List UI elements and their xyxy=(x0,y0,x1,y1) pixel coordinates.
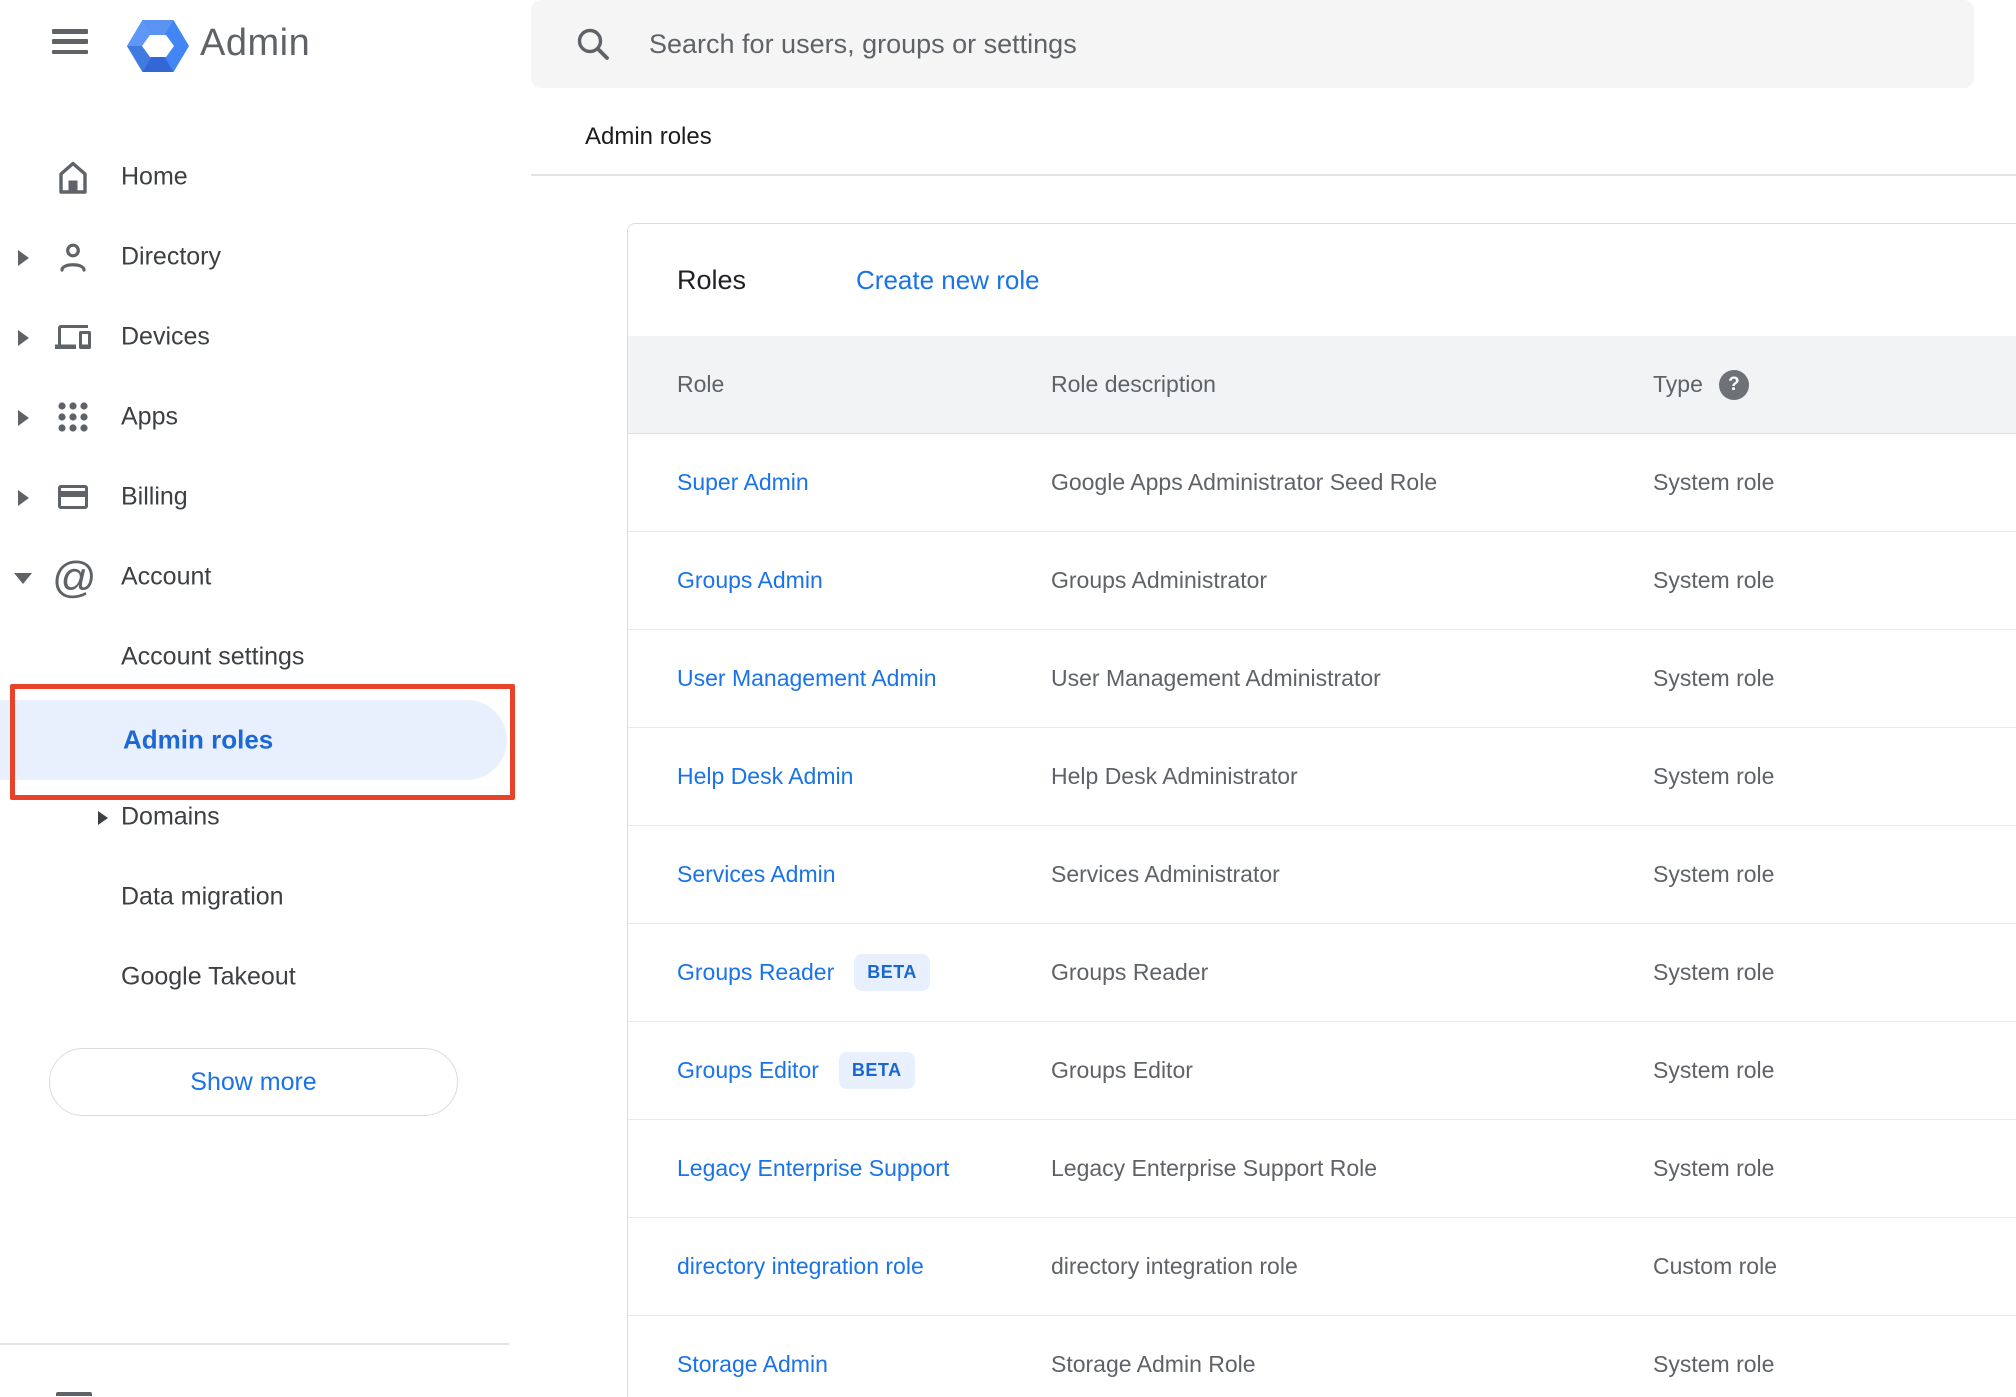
chevron-right-icon[interactable] xyxy=(18,490,29,506)
show-more-button[interactable]: Show more xyxy=(49,1048,458,1116)
search-input[interactable] xyxy=(649,28,1974,60)
search-icon xyxy=(577,28,609,60)
menu-icon[interactable] xyxy=(52,29,88,54)
role-description: Groups Administrator xyxy=(1051,567,1268,593)
column-header-type[interactable]: Type ? xyxy=(1653,369,2016,400)
role-description: User Management Administrator xyxy=(1051,665,1381,691)
table-row: Super Admin Google Apps Administrator Se… xyxy=(628,434,2016,532)
role-cell: User Management Admin xyxy=(677,665,1051,692)
role-cell: directory integration role xyxy=(677,1253,1051,1280)
role-description: directory integration role xyxy=(1051,1253,1298,1279)
chevron-right-icon[interactable] xyxy=(18,410,29,426)
role-link[interactable]: Help Desk Admin xyxy=(677,763,853,790)
role-type: System role xyxy=(1653,1351,1775,1377)
chevron-right-icon[interactable] xyxy=(98,811,108,825)
role-link[interactable]: directory integration role xyxy=(677,1253,924,1280)
role-link[interactable]: Storage Admin xyxy=(677,1351,828,1378)
role-type: System role xyxy=(1653,861,1775,887)
chevron-right-icon[interactable] xyxy=(18,330,29,346)
apps-grid-icon xyxy=(58,402,88,432)
home-icon xyxy=(59,161,87,194)
table-row: Help Desk Admin Help Desk Administrator … xyxy=(628,728,2016,826)
sidebar: Admin Home Directory Devices Apps Billin… xyxy=(0,0,530,1396)
roles-table-body: Super Admin Google Apps Administrator Se… xyxy=(628,434,2016,1397)
role-link[interactable]: Groups Admin xyxy=(677,567,823,594)
table-row: User Management Admin User Management Ad… xyxy=(628,630,2016,728)
role-link[interactable]: Super Admin xyxy=(677,469,809,496)
beta-badge: BETA xyxy=(838,1052,915,1089)
sidebar-item-devices[interactable]: Devices xyxy=(0,297,530,377)
devices-icon xyxy=(55,325,91,349)
partially-visible-icon xyxy=(56,1392,92,1396)
help-icon[interactable]: ? xyxy=(1718,369,1749,400)
role-cell: Groups Reader BETA xyxy=(677,954,1051,991)
role-type: System role xyxy=(1653,763,1775,789)
sidebar-item-google-takeout[interactable]: Google Takeout xyxy=(0,937,530,1017)
table-row: Services Admin Services Administrator Sy… xyxy=(628,826,2016,924)
role-link[interactable]: User Management Admin xyxy=(677,665,937,692)
table-row: Groups Editor BETA Groups Editor System … xyxy=(628,1022,2016,1120)
app-title: Admin xyxy=(200,22,311,64)
roles-card: Roles Create new role Role Role descript… xyxy=(627,223,2016,1397)
table-row: Groups Admin Groups Administrator System… xyxy=(628,532,2016,630)
role-cell: Legacy Enterprise Support xyxy=(677,1155,1051,1182)
sidebar-item-apps[interactable]: Apps xyxy=(0,377,530,457)
table-row: Groups Reader BETA Groups Reader System … xyxy=(628,924,2016,1022)
role-type: Custom role xyxy=(1653,1253,1777,1279)
role-type: System role xyxy=(1653,1057,1775,1083)
role-link[interactable]: Groups Reader xyxy=(677,959,834,986)
role-type: System role xyxy=(1653,959,1775,985)
table-row: Storage Admin Storage Admin Role System … xyxy=(628,1316,2016,1397)
table-row: Legacy Enterprise Support Legacy Enterpr… xyxy=(628,1120,2016,1218)
beta-badge: BETA xyxy=(854,954,930,991)
role-cell: Storage Admin xyxy=(677,1351,1051,1378)
search-bar[interactable] xyxy=(531,0,1974,88)
role-link[interactable]: Groups Editor xyxy=(677,1057,819,1084)
role-type: System role xyxy=(1653,469,1775,495)
at-sign-icon: @ xyxy=(52,553,97,602)
role-cell: Groups Editor BETA xyxy=(677,1052,1051,1089)
role-cell: Super Admin xyxy=(677,469,1051,496)
table-header-row: Role Role description Type ? xyxy=(628,336,2016,434)
credit-card-icon xyxy=(58,485,88,509)
table-row: directory integration role directory int… xyxy=(628,1218,2016,1316)
role-description: Legacy Enterprise Support Role xyxy=(1051,1155,1378,1181)
role-description: Storage Admin Role xyxy=(1051,1351,1256,1377)
create-new-role-link[interactable]: Create new role xyxy=(856,265,1040,296)
role-cell: Help Desk Admin xyxy=(677,763,1051,790)
role-cell: Groups Admin xyxy=(677,567,1051,594)
role-description: Groups Reader xyxy=(1051,959,1209,985)
sidebar-item-home[interactable]: Home xyxy=(0,137,530,217)
card-title: Roles xyxy=(677,264,747,295)
column-header-role[interactable]: Role xyxy=(677,371,1051,398)
sidebar-item-data-migration[interactable]: Data migration xyxy=(0,857,530,937)
role-type: System role xyxy=(1653,567,1775,593)
header-divider xyxy=(531,174,2016,176)
sidebar-item-billing[interactable]: Billing xyxy=(0,457,530,537)
sidebar-item-account-settings[interactable]: Account settings xyxy=(0,617,530,697)
role-description: Help Desk Administrator xyxy=(1051,763,1298,789)
sidebar-divider xyxy=(0,1343,509,1345)
role-type: System role xyxy=(1653,665,1775,691)
chevron-right-icon[interactable] xyxy=(18,250,29,266)
role-link[interactable]: Legacy Enterprise Support xyxy=(677,1155,949,1182)
role-type: System role xyxy=(1653,1155,1775,1181)
chevron-down-icon[interactable] xyxy=(14,573,32,584)
role-description: Google Apps Administrator Seed Role xyxy=(1051,469,1438,495)
role-description: Services Administrator xyxy=(1051,861,1280,887)
person-icon xyxy=(60,243,86,272)
column-header-description[interactable]: Role description xyxy=(1051,371,1653,398)
role-description: Groups Editor xyxy=(1051,1057,1193,1083)
sidebar-item-domains[interactable]: Domains xyxy=(0,777,530,857)
role-cell: Services Admin xyxy=(677,861,1051,888)
sidebar-item-directory[interactable]: Directory xyxy=(0,217,530,297)
roles-card-header: Roles Create new role xyxy=(628,224,2016,336)
breadcrumb: Admin roles xyxy=(585,123,712,150)
role-link[interactable]: Services Admin xyxy=(677,861,836,888)
sidebar-item-account[interactable]: @ Account xyxy=(0,537,530,617)
admin-logo-icon xyxy=(127,20,189,72)
sidebar-item-admin-roles[interactable]: Admin roles xyxy=(0,700,507,780)
